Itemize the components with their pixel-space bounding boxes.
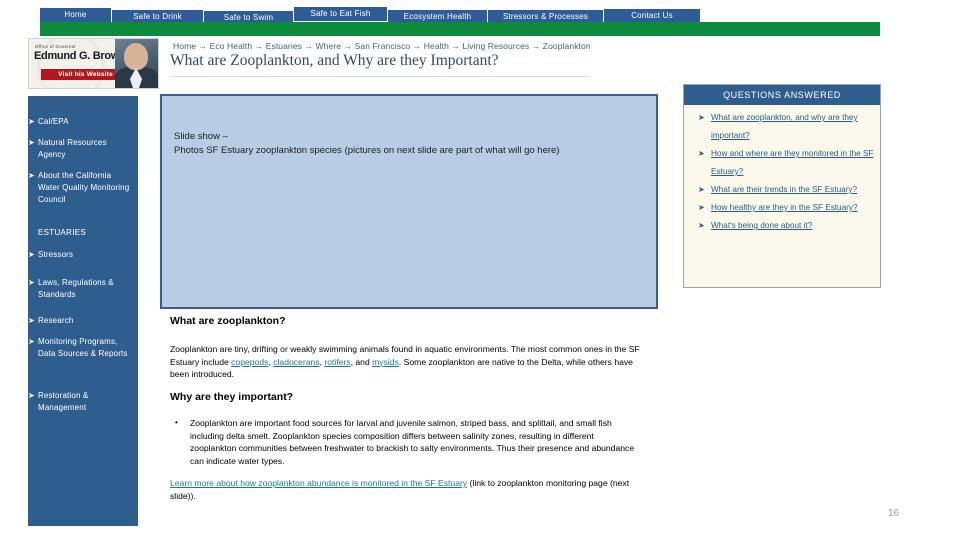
sidebar-item-label: Natural Resources Agency — [38, 138, 107, 159]
link-cladocerans[interactable]: cladocerans — [273, 357, 319, 367]
primary-navigation: Home Safe to Drink Safe to Swim Safe to Eat… — [40, 2, 880, 25]
sidebar-bullet-arrow-icon: ➤ — [28, 337, 35, 346]
sidebar-item-stressors[interactable]: ➤ Stressors — [28, 249, 132, 261]
sidebar-section-estuaries: ESTUARIES — [38, 228, 87, 237]
page-title: What are Zooplankton, and Why are they I… — [170, 52, 499, 69]
para1-text-d: , and — [350, 356, 373, 367]
sidebar-bullet-arrow-icon: ➤ — [28, 250, 35, 259]
question-link-text[interactable]: How and where are they monitored in the … — [711, 149, 873, 176]
question-bullet-arrow-icon: ➤ — [698, 185, 705, 194]
sidebar-bullet-arrow-icon: ➤ — [28, 316, 35, 325]
paragraph-what-are-zooplankton: Zooplankton are tiny, drifting or weakly… — [170, 343, 640, 381]
link-rotifers[interactable]: rotifers — [324, 357, 350, 367]
sidebar-item-label: Stressors — [38, 250, 74, 259]
slide-show-placeholder[interactable]: Slide show – Photos SF Estuary zooplankt… — [160, 94, 658, 309]
sidebar-item-label: Cal/EPA — [38, 117, 69, 126]
title-divider — [170, 76, 590, 77]
link-learn-more-zooplankton-monitoring[interactable]: Learn more about how zooplankton abundan… — [170, 478, 467, 488]
question-link-item[interactable]: ➤ What's being done about it? — [698, 217, 876, 235]
sidebar-item-restoration-management[interactable]: ➤ Restoration & Management — [28, 390, 132, 414]
sidebar-item-label: Monitoring Programs, Data Sources & Repo… — [38, 337, 128, 358]
question-bullet-arrow-icon: ➤ — [698, 221, 705, 230]
sidebar-item-research[interactable]: ➤ Research — [28, 315, 132, 327]
bullet-list-item: • Zooplankton are important food sources… — [170, 417, 640, 467]
link-copepods[interactable]: copepods — [231, 357, 268, 367]
nav-tab-safe-to-eat-fish[interactable]: Safe to Eat Fish — [294, 7, 388, 21]
sidebar-item-label: Restoration & Management — [38, 391, 89, 412]
questions-answered-panel: QUESTIONS ANSWERED ➤ What are zooplankton… — [683, 84, 881, 288]
question-link-item[interactable]: ➤ How healthy are they in the SF Estuary? — [698, 199, 876, 217]
bullet-text: Zooplankton are important food sources f… — [190, 418, 635, 466]
sidebar-item-cal-epa[interactable]: ➤ Cal/EPA — [28, 116, 132, 128]
link-mysids[interactable]: mysids — [372, 357, 399, 367]
sidebar-bullet-arrow-icon: ➤ — [28, 171, 35, 180]
question-bullet-arrow-icon: ➤ — [698, 149, 705, 158]
questions-answered-list: ➤ What are zooplankton, and why are they … — [698, 109, 876, 235]
portrait-head — [124, 43, 148, 70]
sidebar-item-about-the-california-water-quality-monitoring-council[interactable]: ➤ About the California Water Quality Moni… — [28, 170, 132, 206]
bullet-dot-icon: • — [175, 418, 178, 427]
question-link-text[interactable]: What's being done about it? — [711, 221, 812, 230]
heading-why-are-they-important: Why are they important? — [170, 391, 294, 403]
page-number: 16 — [888, 508, 900, 519]
sidebar-item-label: About the California Water Quality Monit… — [38, 171, 130, 204]
nav-tab-home[interactable]: Home — [40, 8, 112, 22]
sidebar: ➤ Cal/EPA ➤ Natural Resources Agency ➤ About … — [28, 96, 138, 526]
question-link-text[interactable]: What are zooplankton, and why are they i… — [711, 113, 858, 140]
question-bullet-arrow-icon: ➤ — [698, 113, 705, 122]
question-link-item[interactable]: ➤ How and where are they monitored in the… — [698, 145, 876, 181]
green-accent-bar — [40, 22, 880, 36]
question-bullet-arrow-icon: ➤ — [698, 203, 705, 212]
question-link-item[interactable]: ➤ What are their trends in the SF Estuary… — [698, 181, 876, 199]
governor-office-label: Office of Governor — [35, 44, 77, 49]
breadcrumb[interactable]: Home → Eco Health → Estuaries → Where → … — [173, 41, 591, 51]
learn-more-paragraph: Learn more about how zooplankton abundan… — [170, 477, 640, 502]
sidebar-bullet-arrow-icon: ➤ — [28, 138, 35, 147]
nav-tab-contact-us[interactable]: Contact Us — [604, 9, 700, 23]
slide-line-1: Slide show – — [174, 131, 228, 142]
slide-line-2: Photos SF Estuary zooplankton species (p… — [174, 145, 560, 156]
question-link-item[interactable]: ➤ What are zooplankton, and why are they … — [698, 109, 876, 145]
question-link-text[interactable]: How healthy are they in the SF Estuary? — [711, 203, 858, 212]
sidebar-item-laws-regulations-standards[interactable]: ➤ Laws, Regulations & Standards — [28, 277, 132, 301]
question-link-text[interactable]: What are their trends in the SF Estuary? — [711, 185, 857, 194]
sidebar-bullet-arrow-icon: ➤ — [28, 391, 35, 400]
sidebar-item-monitoring-programs-data-sources-reports[interactable]: ➤ Monitoring Programs, Data Sources & Rep… — [28, 336, 132, 360]
sidebar-item-label: Laws, Regulations & Standards — [38, 278, 114, 299]
governor-portrait-image — [115, 39, 158, 88]
heading-what-are-zooplankton: What are zooplankton? — [170, 315, 286, 327]
sidebar-item-label: Research — [38, 316, 74, 325]
governor-banner[interactable]: Office of Governor Edmund G. Brown Jr. V… — [28, 38, 159, 89]
slide-placeholder-text: Slide show – Photos SF Estuary zooplankt… — [174, 130, 644, 158]
questions-answered-heading: QUESTIONS ANSWERED — [684, 85, 880, 105]
sidebar-bullet-arrow-icon: ➤ — [28, 278, 35, 287]
sidebar-item-natural-resources-agency[interactable]: ➤ Natural Resources Agency — [28, 137, 132, 161]
sidebar-bullet-arrow-icon: ➤ — [28, 117, 35, 126]
